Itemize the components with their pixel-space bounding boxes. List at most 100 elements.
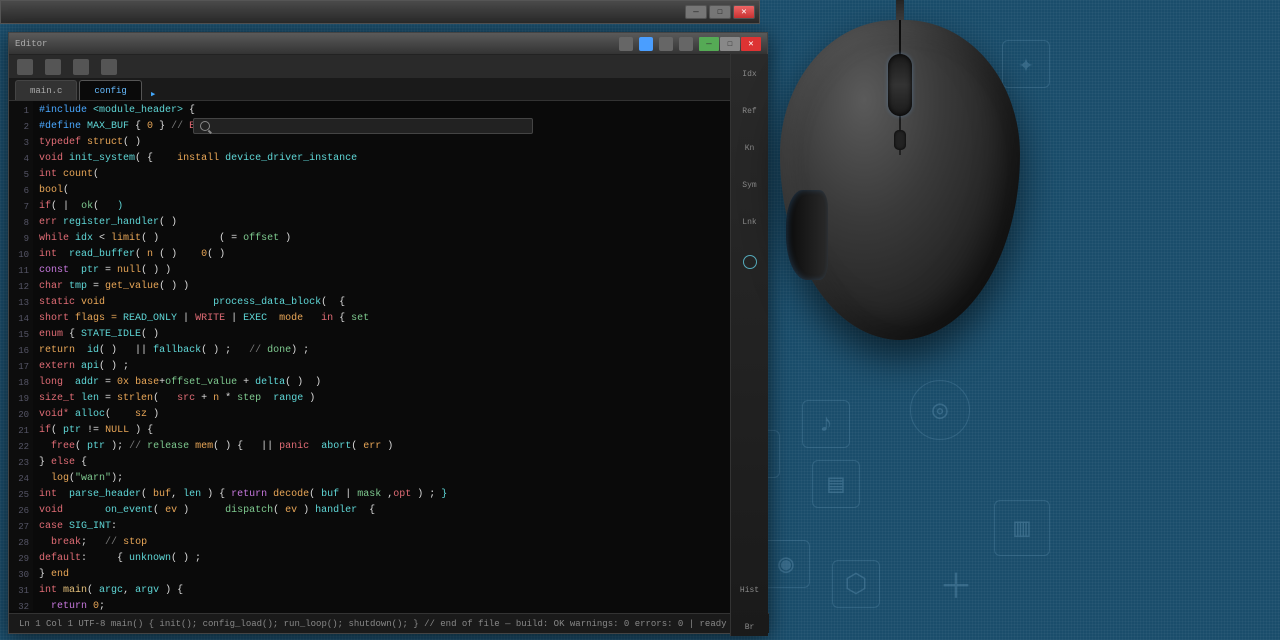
code-line[interactable]: if( ptr != NULL ) { [39,423,761,439]
line-number: 25 [9,487,33,503]
mouse-body [780,20,1020,340]
code-line[interactable]: extern api( ) ; [39,359,761,375]
bg-minimize-button[interactable]: — [685,5,707,19]
code-line[interactable]: void* alloc( sz ) [39,407,761,423]
maximize-button[interactable]: ☐ [720,37,740,51]
tool-icon[interactable] [639,37,653,51]
editor-tab-strip: main.c config ▸ [9,79,767,101]
code-line[interactable]: const ptr = null( ) ) [39,263,761,279]
code-line[interactable]: err register_handler( ) [39,215,761,231]
panel-item[interactable]: Sym [731,177,768,194]
code-line[interactable]: long addr = 0x base+offset_value + delta… [39,375,761,391]
code-line[interactable]: } else { [39,455,761,471]
panel-item[interactable]: Idx [731,66,768,83]
toolbar-button[interactable] [17,59,33,75]
line-number: 7 [9,199,33,215]
line-number: 1 [9,103,33,119]
line-number: 16 [9,343,33,359]
tool-icon[interactable] [619,37,633,51]
code-line[interactable]: case SIG_INT: [39,519,761,535]
mouse-wheel [888,54,912,116]
code-line[interactable]: free( ptr ); // release mem( ) { || pani… [39,439,761,455]
window-title: Editor [15,39,613,49]
desktop-icon[interactable]: ◎ [910,380,970,440]
line-number: 11 [9,263,33,279]
file-tab[interactable]: main.c [15,80,77,100]
toolbar-button[interactable] [101,59,117,75]
editor-toolbar [9,55,767,79]
line-number: 30 [9,567,33,583]
code-line[interactable]: static void process_data_block( { [39,295,761,311]
background-window-titlebar: — ☐ ✕ [0,0,760,24]
code-line[interactable]: int count( [39,167,761,183]
line-number: 20 [9,407,33,423]
line-number: 6 [9,183,33,199]
code-line[interactable]: char tmp = get_value( ) ) [39,279,761,295]
code-line[interactable]: size_t len = strlen( src + n * step rang… [39,391,761,407]
minimize-button[interactable]: — [699,37,719,51]
code-line[interactable]: enum { STATE_IDLE( ) [39,327,761,343]
code-line[interactable]: int main( argc, argv ) { [39,583,761,599]
code-line[interactable]: default: { unknown( ) ; [39,551,761,567]
desktop-icon[interactable]: ♪ [802,400,850,448]
bg-maximize-button[interactable]: ☐ [709,5,731,19]
code-line[interactable]: #include <module_header> { [39,103,761,119]
mouse-dpi-button [894,130,906,150]
line-number: 8 [9,215,33,231]
code-line[interactable]: return 0; [39,599,761,611]
line-number: 21 [9,423,33,439]
tool-icon[interactable] [679,37,693,51]
line-number: 22 [9,439,33,455]
find-bar[interactable] [193,118,533,134]
panel-item[interactable]: Ref [731,103,768,120]
panel-item[interactable]: Hist [731,582,768,599]
code-line[interactable]: typedef struct( ) [39,135,761,151]
panel-item[interactable]: Kn [731,140,768,157]
tool-icon[interactable] [659,37,673,51]
search-icon [200,121,210,131]
line-number: 15 [9,327,33,343]
bg-close-button[interactable]: ✕ [733,5,755,19]
panel-item[interactable]: Br [731,619,768,636]
line-number: 14 [9,311,33,327]
code-line[interactable]: void on_event( ev ) dispatch( ev ) handl… [39,503,761,519]
code-line[interactable]: while idx < limit( ) ( = offset ) [39,231,761,247]
line-number: 23 [9,455,33,471]
line-number: 9 [9,231,33,247]
code-line[interactable]: break; // stop [39,535,761,551]
tab-overflow-icon[interactable]: ▸ [150,88,162,100]
line-number: 28 [9,535,33,551]
desktop-icon[interactable]: ◉ [762,540,810,588]
code-line[interactable]: void init_system( { install device_drive… [39,151,761,167]
toolbar-button[interactable] [73,59,89,75]
editor-body: 1234567891011121314151617181920212223242… [9,101,767,611]
panel-item[interactable]: Lnk [731,214,768,231]
code-line[interactable]: short flags = READ_ONLY | WRITE | EXEC m… [39,311,761,327]
code-line[interactable]: } end [39,567,761,583]
code-line[interactable]: int read_buffer( n ( ) 0( ) [39,247,761,263]
line-number: 18 [9,375,33,391]
toolbar-button[interactable] [45,59,61,75]
line-number: 19 [9,391,33,407]
code-line[interactable]: log("warn"); [39,471,761,487]
panel-item[interactable] [731,251,768,273]
editor-titlebar[interactable]: Editor — ☐ ✕ [9,33,767,55]
mouse-side-button [786,190,828,280]
code-line[interactable]: return id( ) || fallback( ) ; // done) ; [39,343,761,359]
code-line[interactable]: if( | ok( ) [39,199,761,215]
status-text: Ln 1 Col 1 UTF-8 main() { init(); config… [19,619,727,629]
file-tab-active[interactable]: config [79,80,141,100]
line-number: 27 [9,519,33,535]
desktop-icon[interactable]: ⬡ [832,560,880,608]
status-bar: Ln 1 Col 1 UTF-8 main() { init(); config… [9,613,769,633]
line-number: 12 [9,279,33,295]
code-line[interactable]: bool( [39,183,761,199]
plus-icon[interactable]: ＋ [932,560,980,608]
desktop-icon[interactable]: ▥ [994,500,1050,556]
code-editor-area[interactable]: #include <module_header> {#define MAX_BU… [33,101,767,611]
line-number: 26 [9,503,33,519]
desktop-icon[interactable]: ▤ [812,460,860,508]
line-number: 4 [9,151,33,167]
code-line[interactable]: int parse_header( buf, len ) { return de… [39,487,761,503]
close-button[interactable]: ✕ [741,37,761,51]
